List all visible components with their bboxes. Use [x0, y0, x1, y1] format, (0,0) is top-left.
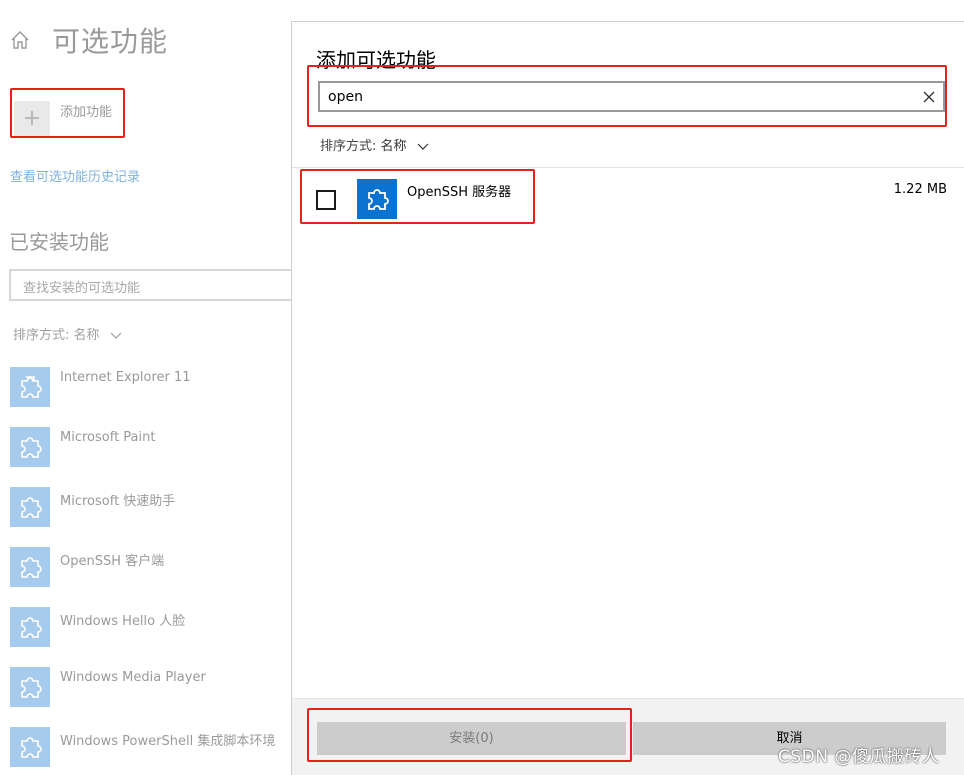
list-item-label: OpenSSH 客户端	[60, 554, 165, 569]
sort-label: 排序方式:	[320, 139, 377, 154]
list-item-label: Windows Hello 人脸	[60, 614, 186, 629]
watermark: CSDN @傻瓜搬砖人	[778, 747, 940, 767]
installed-search-placeholder: 查找安装的可选功能	[23, 281, 141, 296]
annotation-box-add	[10, 88, 125, 138]
list-item[interactable]: Windows PowerShell 集成脚本环境	[10, 727, 290, 769]
list-item-label: Microsoft 快速助手	[60, 494, 176, 509]
list-item[interactable]: Microsoft Paint	[10, 427, 290, 469]
home-icon[interactable]	[9, 29, 31, 51]
puzzle-icon	[10, 547, 50, 587]
history-link[interactable]: 查看可选功能历史记录	[10, 166, 140, 185]
puzzle-icon	[10, 727, 50, 767]
list-item-label: Microsoft Paint	[60, 430, 156, 445]
list-item[interactable]: OpenSSH 客户端	[10, 547, 290, 589]
list-item[interactable]: Microsoft 快速助手	[10, 487, 290, 529]
list-item[interactable]: Windows Hello 人脸	[10, 607, 290, 649]
installed-sort-control[interactable]: 排序方式: 名称	[13, 324, 122, 343]
sort-value: 名称	[380, 139, 407, 154]
annotation-box-install	[307, 708, 632, 762]
feature-size: 1.22 MB	[893, 182, 947, 197]
annotation-box-result	[300, 169, 535, 224]
installed-search-input[interactable]: 查找安装的可选功能	[9, 269, 309, 301]
list-item[interactable]: Internet Explorer 11	[10, 367, 290, 409]
add-optional-feature-dialog: 添加可选功能 排序方式: 名称 OpenSSH 服务器 1.22 MB 安装(0…	[291, 21, 964, 775]
annotation-box-search	[307, 65, 947, 127]
puzzle-icon	[10, 427, 50, 467]
chevron-down-icon	[110, 332, 122, 339]
chevron-down-icon	[417, 143, 429, 150]
divider	[292, 167, 964, 168]
sort-value: 名称	[73, 328, 100, 343]
installed-features-heading: 已安装功能	[9, 230, 109, 254]
sort-label: 排序方式:	[13, 328, 70, 343]
puzzle-icon	[10, 487, 50, 527]
puzzle-icon	[10, 667, 50, 707]
list-item[interactable]: Windows Media Player	[10, 667, 290, 709]
list-item-label: Windows PowerShell 集成脚本环境	[60, 734, 276, 749]
list-item-label: Internet Explorer 11	[60, 370, 191, 385]
dialog-sort-control[interactable]: 排序方式: 名称	[320, 135, 429, 154]
puzzle-icon	[10, 607, 50, 647]
page-title: 可选功能	[52, 25, 169, 58]
puzzle-icon	[10, 367, 50, 407]
list-item-label: Windows Media Player	[60, 670, 206, 685]
